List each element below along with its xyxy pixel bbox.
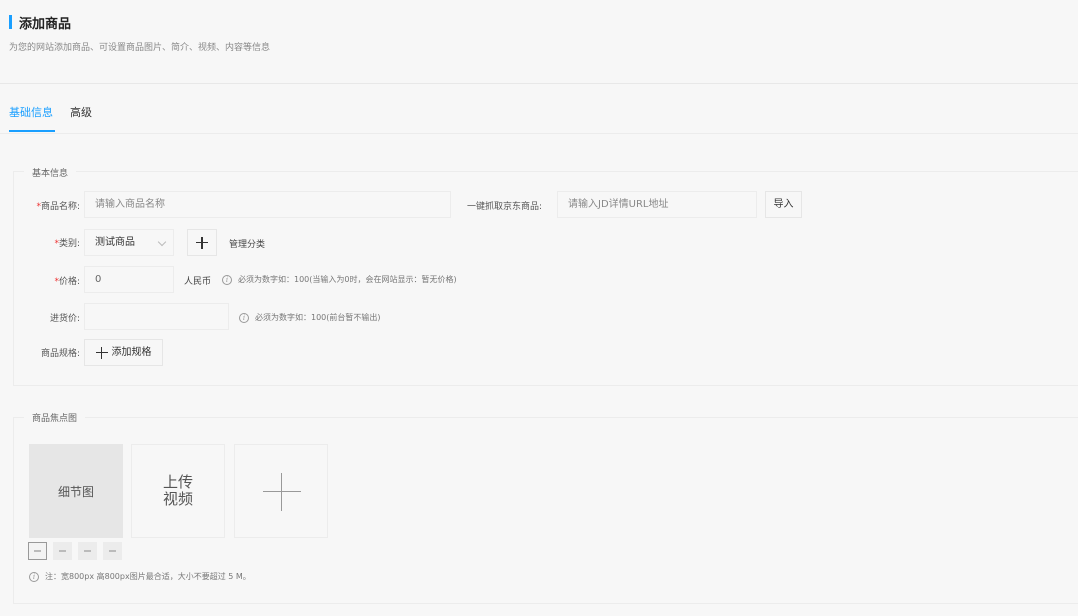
import-button[interactable]: 导入 <box>765 191 802 218</box>
mini-thumb-2[interactable] <box>53 542 72 560</box>
cost-price-hint-text: 必须为数字如：100(前台暂不输出) <box>255 313 381 322</box>
page-subtitle: 为您的网站添加商品、可设置商品图片、简介、视频、内容等信息 <box>9 43 271 53</box>
price-hint-text: 必须为数字如：100(当输入为0时，会在网站显示：暂无价格) <box>238 275 457 284</box>
cost-price-label: 进货价: <box>49 314 80 324</box>
add-spec-button[interactable]: 添加规格 <box>84 339 163 366</box>
spec-label: 商品规格: <box>40 349 80 359</box>
basic-info-legend: 基本信息 <box>24 166 77 179</box>
image-placeholder-icon <box>34 549 41 552</box>
mini-thumb-4[interactable] <box>103 542 122 560</box>
jd-fetch-label: 一键抓取京东商品: <box>466 202 542 212</box>
info-icon: i <box>29 571 39 582</box>
focus-image-legend: 商品焦点图 <box>24 411 86 424</box>
add-image-button[interactable] <box>234 444 328 538</box>
category-label: *类别: <box>54 239 80 249</box>
title-accent-bar <box>9 15 12 29</box>
tab-advanced[interactable]: 高级 <box>70 104 92 120</box>
price-hint: i 必须为数字如：100(当输入为0时，会在网站显示：暂无价格) <box>222 274 457 285</box>
active-tab-indicator <box>9 130 55 132</box>
image-placeholder-icon <box>109 549 116 552</box>
price-unit: 人民币 <box>184 277 212 287</box>
image-placeholder-icon <box>84 549 91 552</box>
detail-image-label: 细节图 <box>57 484 94 499</box>
jd-url-input[interactable] <box>557 191 757 218</box>
tab-bar: 基础信息 高级 <box>0 84 1078 134</box>
add-spec-label: 添加规格 <box>111 347 152 358</box>
cost-price-input[interactable] <box>84 303 229 330</box>
upload-video-button[interactable]: 上传 视频 <box>131 444 225 538</box>
mini-thumb-3[interactable] <box>78 542 97 560</box>
info-icon: i <box>239 312 249 323</box>
product-name-input[interactable] <box>84 191 451 218</box>
plus-icon <box>196 236 208 249</box>
page-title: 添加商品 <box>19 17 72 32</box>
mini-thumb-1[interactable] <box>28 542 47 560</box>
product-name-label: *商品名称: <box>36 202 80 212</box>
cost-price-hint: i 必须为数字如：100(前台暂不输出) <box>239 312 381 323</box>
image-size-note-text: 注：宽800px 高800px图片最合适，大小不要超过 5 M。 <box>45 572 251 581</box>
plus-icon <box>95 346 108 359</box>
price-input[interactable] <box>84 266 174 293</box>
page-header: 添加商品 为您的网站添加商品、可设置商品图片、简介、视频、内容等信息 <box>0 0 1078 84</box>
plus-icon <box>263 473 301 511</box>
detail-image-slot[interactable]: 细节图 <box>29 444 123 538</box>
tab-basic-info[interactable]: 基础信息 <box>9 104 53 120</box>
category-select[interactable]: 测试商品 <box>84 229 174 256</box>
chevron-down-icon <box>157 237 167 247</box>
image-size-note: i 注：宽800px 高800px图片最合适，大小不要超过 5 M。 <box>29 571 251 582</box>
info-icon: i <box>222 274 232 285</box>
upload-video-label: 上传 视频 <box>162 473 193 508</box>
image-placeholder-icon <box>59 549 66 552</box>
category-selected-value: 测试商品 <box>95 237 135 248</box>
price-label: *价格: <box>54 277 80 287</box>
add-category-button[interactable] <box>187 229 217 256</box>
manage-category-link[interactable]: 管理分类 <box>229 237 265 250</box>
